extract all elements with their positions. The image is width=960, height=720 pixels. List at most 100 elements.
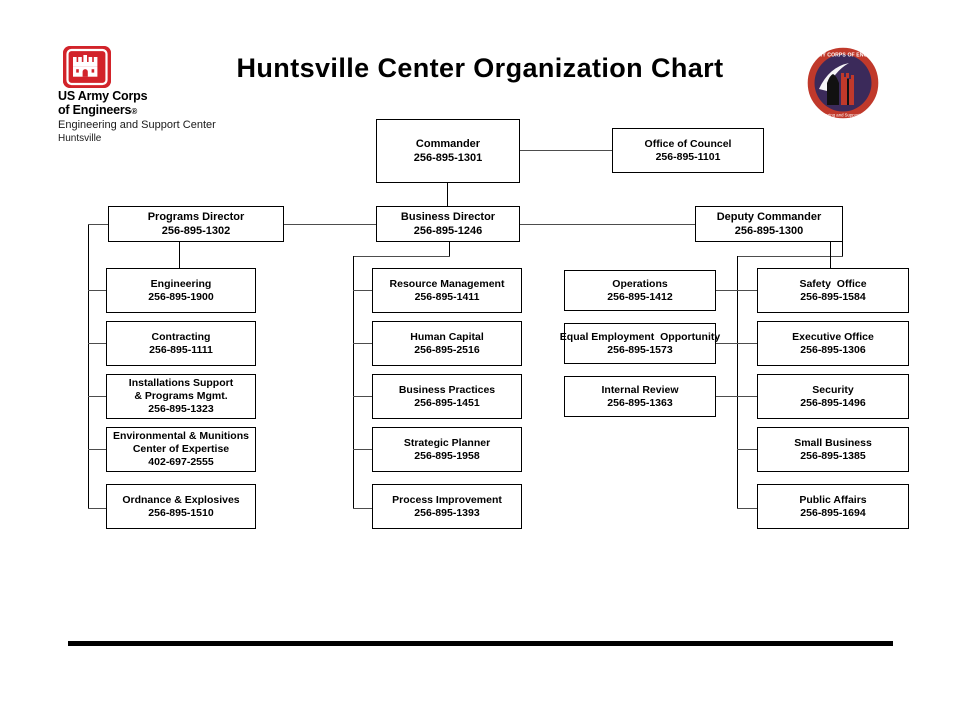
node-public-affairs-phone: 256-895-1694 [800, 506, 866, 519]
node-contracting-phone: 256-895-1111 [149, 343, 213, 356]
node-programs-director-name: Programs Director [147, 211, 245, 223]
usace-huntsville-seal-icon: U.S. ARMY CORPS OF ENGINEERS Engineering… [805, 45, 881, 121]
node-security-phone: 256-895-1496 [800, 396, 866, 409]
logo-line-2-text: of Engineers [58, 102, 132, 117]
middle-trunk-drop-from-business [449, 242, 451, 257]
edge-programs-engineering-stub [179, 241, 181, 269]
edge-commander-councel [520, 150, 612, 152]
node-small-business-phone: 256-895-1385 [800, 449, 866, 462]
node-business-practices-phone: 256-895-1451 [414, 396, 480, 409]
node-resource-management[interactable]: Resource Management 256-895-1411 [372, 268, 522, 313]
node-human-capital-phone: 256-895-2516 [414, 343, 480, 356]
node-office-of-councel-phone: 256-895-1101 [655, 150, 721, 163]
node-environmental-munitions-phone: 402-697-2555 [148, 456, 214, 468]
node-contracting[interactable]: Contracting 256-895-1111 [106, 321, 256, 366]
node-office-of-councel[interactable]: Office of Councel 256-895-1101 [612, 128, 764, 173]
node-equal-employment-opportunity-name: Equal Employment Opportunity [559, 330, 721, 343]
node-engineering[interactable]: Engineering 256-895-1900 [106, 268, 256, 313]
node-strategic-planner-phone: 256-895-1958 [414, 449, 480, 462]
node-strategic-planner[interactable]: Strategic Planner 256-895-1958 [372, 427, 522, 472]
node-commander[interactable]: Commander 256-895-1301 [376, 119, 520, 183]
node-commander-name: Commander [415, 138, 481, 150]
node-business-practices[interactable]: Business Practices 256-895-1451 [372, 374, 522, 419]
node-process-improvement-name: Process Improvement [392, 493, 502, 506]
edge-internal-review-trunk [716, 396, 738, 398]
edge-business-programs [283, 224, 376, 226]
edge-left-engineering [88, 290, 107, 292]
node-contracting-name: Contracting [151, 330, 211, 343]
node-human-capital[interactable]: Human Capital 256-895-2516 [372, 321, 522, 366]
node-process-improvement[interactable]: Process Improvement 256-895-1393 [372, 484, 522, 529]
node-ordnance-explosives[interactable]: Ordnance & Explosives 256-895-1510 [106, 484, 256, 529]
node-programs-director-phone: 256-895-1302 [161, 225, 231, 237]
node-safety-office-phone: 256-895-1584 [800, 290, 866, 303]
node-office-of-councel-name: Office of Councel [644, 137, 732, 150]
node-business-director-phone: 256-895-1246 [413, 225, 483, 237]
edge-mid-resource-mgmt [353, 290, 373, 292]
right-trunk-drop-from-deputy [842, 242, 844, 257]
node-resource-management-name: Resource Management [389, 277, 505, 290]
edge-right-safety-office [737, 290, 757, 292]
svg-text:Engineering and Support Center: Engineering and Support Center [812, 113, 874, 118]
node-engineering-name: Engineering [150, 277, 212, 290]
logo-line-1: US Army Corps [58, 89, 148, 103]
node-executive-office[interactable]: Executive Office 256-895-1306 [757, 321, 909, 366]
node-environmental-munitions[interactable]: Environmental & Munitions Center of Expe… [106, 427, 256, 472]
node-resource-management-phone: 256-895-1411 [414, 290, 480, 303]
node-small-business[interactable]: Small Business 256-895-1385 [757, 427, 909, 472]
edge-left-installations [88, 396, 107, 398]
edge-right-security [737, 396, 757, 398]
node-ordnance-explosives-phone: 256-895-1510 [148, 506, 214, 519]
node-installations-support-phone: 256-895-1323 [148, 403, 214, 415]
middle-trunk-jog [353, 256, 450, 258]
node-executive-office-name: Executive Office [792, 330, 874, 343]
node-deputy-commander-phone: 256-895-1300 [734, 225, 804, 237]
edge-right-public-affairs [737, 508, 757, 510]
svg-text:U.S. ARMY CORPS OF ENGINEERS: U.S. ARMY CORPS OF ENGINEERS [805, 53, 881, 59]
node-deputy-commander-name: Deputy Commander [716, 211, 822, 223]
footer-divider [68, 641, 893, 646]
node-internal-review-name: Internal Review [601, 383, 679, 396]
node-equal-employment-opportunity[interactable]: Equal Employment Opportunity 256-895-157… [560, 323, 720, 364]
edge-operations-trunk [716, 290, 738, 292]
node-business-practices-name: Business Practices [398, 383, 496, 396]
edge-mid-strategic-planner [353, 449, 373, 451]
right-trunk-jog [737, 256, 843, 258]
node-executive-office-phone: 256-895-1306 [800, 343, 866, 356]
edge-left-ordnance [88, 508, 107, 510]
node-business-director-name: Business Director [400, 211, 496, 223]
edge-left-environmental [88, 449, 107, 451]
node-ordnance-explosives-name: Ordnance & Explosives [122, 493, 240, 506]
node-security[interactable]: Security 256-895-1496 [757, 374, 909, 419]
edge-commander-business-director [447, 183, 449, 207]
left-trunk-top-stub [88, 224, 108, 226]
edge-mid-business-practices [353, 396, 373, 398]
node-environmental-munitions-name: Environmental & Munitions Center of Expe… [113, 430, 249, 455]
left-trunk-drop-from-programs [88, 224, 90, 509]
edge-right-small-business [737, 449, 757, 451]
node-strategic-planner-name: Strategic Planner [403, 436, 491, 449]
edge-left-contracting [88, 343, 107, 345]
node-internal-review-phone: 256-895-1363 [607, 396, 673, 409]
node-installations-support[interactable]: Installations Support & Programs Mgmt. 2… [106, 374, 256, 419]
edge-business-deputy [520, 224, 695, 226]
node-engineering-phone: 256-895-1900 [148, 290, 214, 303]
node-commander-phone: 256-895-1301 [413, 152, 483, 164]
node-equal-employment-opportunity-phone: 256-895-1573 [607, 343, 673, 356]
node-internal-review[interactable]: Internal Review 256-895-1363 [564, 376, 716, 417]
node-programs-director[interactable]: Programs Director 256-895-1302 [108, 206, 284, 242]
middle-trunk [353, 256, 355, 509]
node-process-improvement-phone: 256-895-1393 [414, 506, 480, 519]
node-deputy-commander[interactable]: Deputy Commander 256-895-1300 [695, 206, 843, 242]
node-public-affairs[interactable]: Public Affairs 256-895-1694 [757, 484, 909, 529]
node-business-director[interactable]: Business Director 256-895-1246 [376, 206, 520, 242]
registered-mark: ® [131, 106, 138, 116]
org-chart-page: US Army Corps of Engineers® Engineering … [0, 0, 960, 720]
logo-subtitle-1: Engineering and Support Center [58, 119, 216, 131]
node-safety-office[interactable]: Safety Office 256-895-1584 [757, 268, 909, 313]
node-small-business-name: Small Business [794, 436, 872, 449]
node-operations[interactable]: Operations 256-895-1412 [564, 270, 716, 311]
node-operations-name: Operations [612, 277, 668, 290]
right-trunk [737, 256, 739, 509]
logo-line-2: of Engineers® [58, 102, 138, 119]
